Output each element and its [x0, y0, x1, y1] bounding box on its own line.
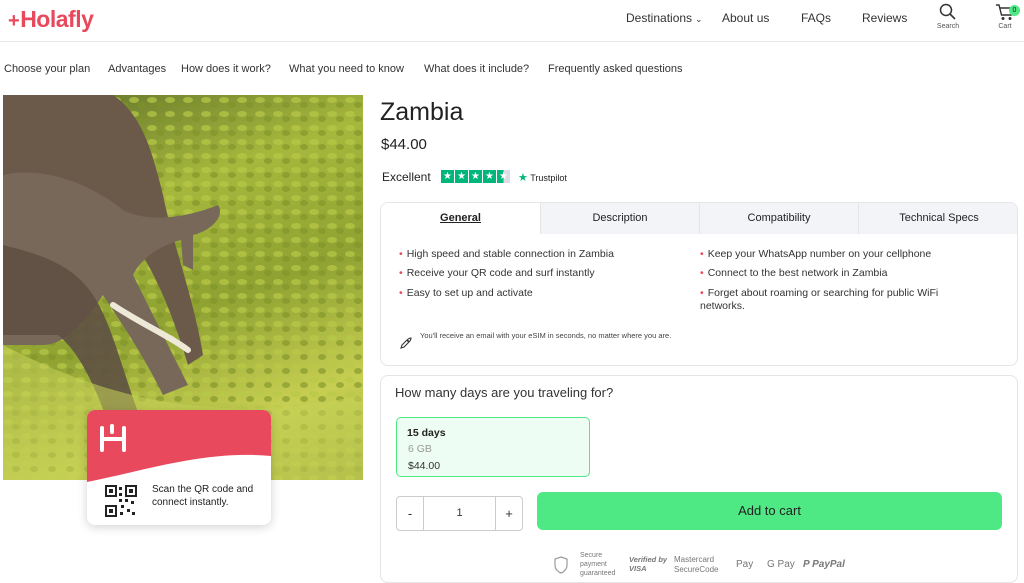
subnav-how-it-works[interactable]: How does it work? [181, 63, 271, 75]
section-subnav: Choose your plan Advantages How does it … [0, 42, 1024, 94]
product-price: $44.00 [381, 136, 427, 153]
trustpilot-stars[interactable]: ★ ★ ★ ★ ★ [441, 170, 511, 188]
star-icon: ★ [455, 170, 468, 183]
qr-promo-card: Scan the QR code and connect instantly. [87, 410, 271, 525]
product-tabs-panel: General Description Compatibility Techni… [380, 202, 1018, 366]
product-title: Zambia [380, 98, 464, 126]
tab-technical-specs[interactable]: Technical Specs [858, 203, 1017, 234]
plan-selector-panel [380, 375, 1018, 583]
plan-data-amount: 6 GB [408, 443, 432, 455]
trustpilot-logo[interactable]: ★ Trustpilot [518, 171, 567, 184]
trustpilot-star-icon: ★ [518, 172, 528, 184]
tab-description[interactable]: Description [540, 203, 699, 234]
plan-days: 15 days [407, 427, 446, 439]
mastercard-securecode-logo: Mastercard SecureCode [674, 555, 719, 574]
cart-button[interactable]: Cart 0 [985, 3, 1024, 30]
cart-label: Cart [998, 23, 1012, 30]
cart-count-badge: 0 [1009, 5, 1020, 16]
subnav-what-includes[interactable]: What does it include? [424, 63, 529, 75]
tab-general[interactable]: General [381, 203, 540, 234]
star-icon: ★ [469, 170, 482, 183]
search-label: Search [936, 23, 960, 30]
quantity-increment-button[interactable]: + [495, 497, 522, 530]
verified-by-visa-logo: Verified by VISA [629, 555, 668, 573]
nav-destinations[interactable]: Destinations ⌄ [626, 11, 703, 25]
secure-payment-text: Secure payment guaranteed [580, 552, 616, 577]
email-delivery-note: You'll receive an email with your eSIM i… [420, 331, 672, 340]
star-icon: ★ [483, 170, 496, 183]
chevron-down-icon: ⌄ [695, 14, 703, 24]
feature-item: • Receive your QR code and surf instantly [399, 267, 595, 279]
plan-price: $44.00 [408, 460, 441, 472]
search-button[interactable]: Search [928, 3, 968, 30]
subnav-advantages[interactable]: Advantages [108, 63, 166, 75]
feature-item: • High speed and stable connection in Zam… [399, 248, 614, 260]
promo-text: Scan the QR code and connect instantly. [152, 484, 254, 508]
quantity-decrement-button[interactable]: - [397, 497, 424, 530]
half-star-icon: ★ [497, 170, 510, 183]
star-icon: ★ [441, 170, 454, 183]
quantity-input[interactable]: 1 [424, 497, 495, 530]
rating-label: Excellent [382, 170, 431, 184]
shield-icon [554, 556, 568, 574]
site-header: +Holafly Destinations ⌄ About us FAQs Rev… [0, 0, 1024, 42]
apple-pay-logo: Pay [736, 559, 754, 570]
paypal-logo: P PayPal [803, 559, 845, 570]
google-pay-logo: G Pay [767, 559, 795, 570]
feature-item: • Keep your WhatsApp number on your cellp… [700, 248, 932, 260]
subnav-choose-plan[interactable]: Choose your plan [4, 63, 90, 75]
quantity-stepper: - 1 + [396, 496, 523, 531]
nav-faqs[interactable]: FAQs [801, 11, 831, 25]
rocket-icon [400, 337, 412, 349]
holafly-logo[interactable]: +Holafly [8, 6, 94, 33]
search-icon [939, 3, 956, 20]
qr-code-icon [105, 485, 137, 517]
subnav-faq[interactable]: Frequently asked questions [548, 63, 683, 75]
add-to-cart-button[interactable]: Add to cart [537, 492, 1002, 530]
holafly-mark-icon [99, 424, 137, 462]
feature-item: • Forget about roaming or searching for p… [700, 287, 939, 312]
secure-payment-badge [553, 556, 569, 574]
nav-about-us[interactable]: About us [722, 11, 769, 25]
feature-item: • Easy to set up and activate [399, 287, 533, 299]
nav-reviews[interactable]: Reviews [862, 11, 907, 25]
feature-item: • Connect to the best network in Zambia [700, 267, 888, 279]
days-question: How many days are you traveling for? [395, 385, 614, 400]
subnav-what-you-need[interactable]: What you need to know [289, 63, 404, 75]
paypal-icon: P [803, 559, 810, 570]
tab-compatibility[interactable]: Compatibility [699, 203, 858, 234]
